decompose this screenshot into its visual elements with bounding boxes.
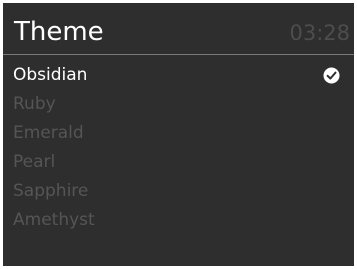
theme-item-pearl[interactable]: Pearl xyxy=(3,148,354,177)
clock: 03:28 xyxy=(289,21,350,45)
theme-item-ruby[interactable]: Ruby xyxy=(3,90,354,119)
theme-item-label: Obsidian xyxy=(13,65,88,85)
theme-item-obsidian[interactable]: Obsidian xyxy=(3,61,354,90)
header: Theme 03:28 xyxy=(3,3,354,56)
theme-item-sapphire[interactable]: Sapphire xyxy=(3,177,354,206)
header-divider xyxy=(3,54,354,55)
theme-item-emerald[interactable]: Emerald xyxy=(3,119,354,148)
page-title: Theme xyxy=(14,17,104,47)
theme-screen: Theme 03:28 Obsidian Ruby Emerald Pearl … xyxy=(3,3,354,266)
theme-item-label: Sapphire xyxy=(13,181,89,201)
theme-list: Obsidian Ruby Emerald Pearl Sapphire Ame… xyxy=(3,61,354,235)
check-circle-icon xyxy=(323,67,340,84)
theme-item-label: Emerald xyxy=(13,123,84,143)
theme-item-label: Pearl xyxy=(13,152,56,172)
theme-item-label: Amethyst xyxy=(13,210,95,230)
theme-item-label: Ruby xyxy=(13,94,56,114)
theme-item-amethyst[interactable]: Amethyst xyxy=(3,206,354,235)
